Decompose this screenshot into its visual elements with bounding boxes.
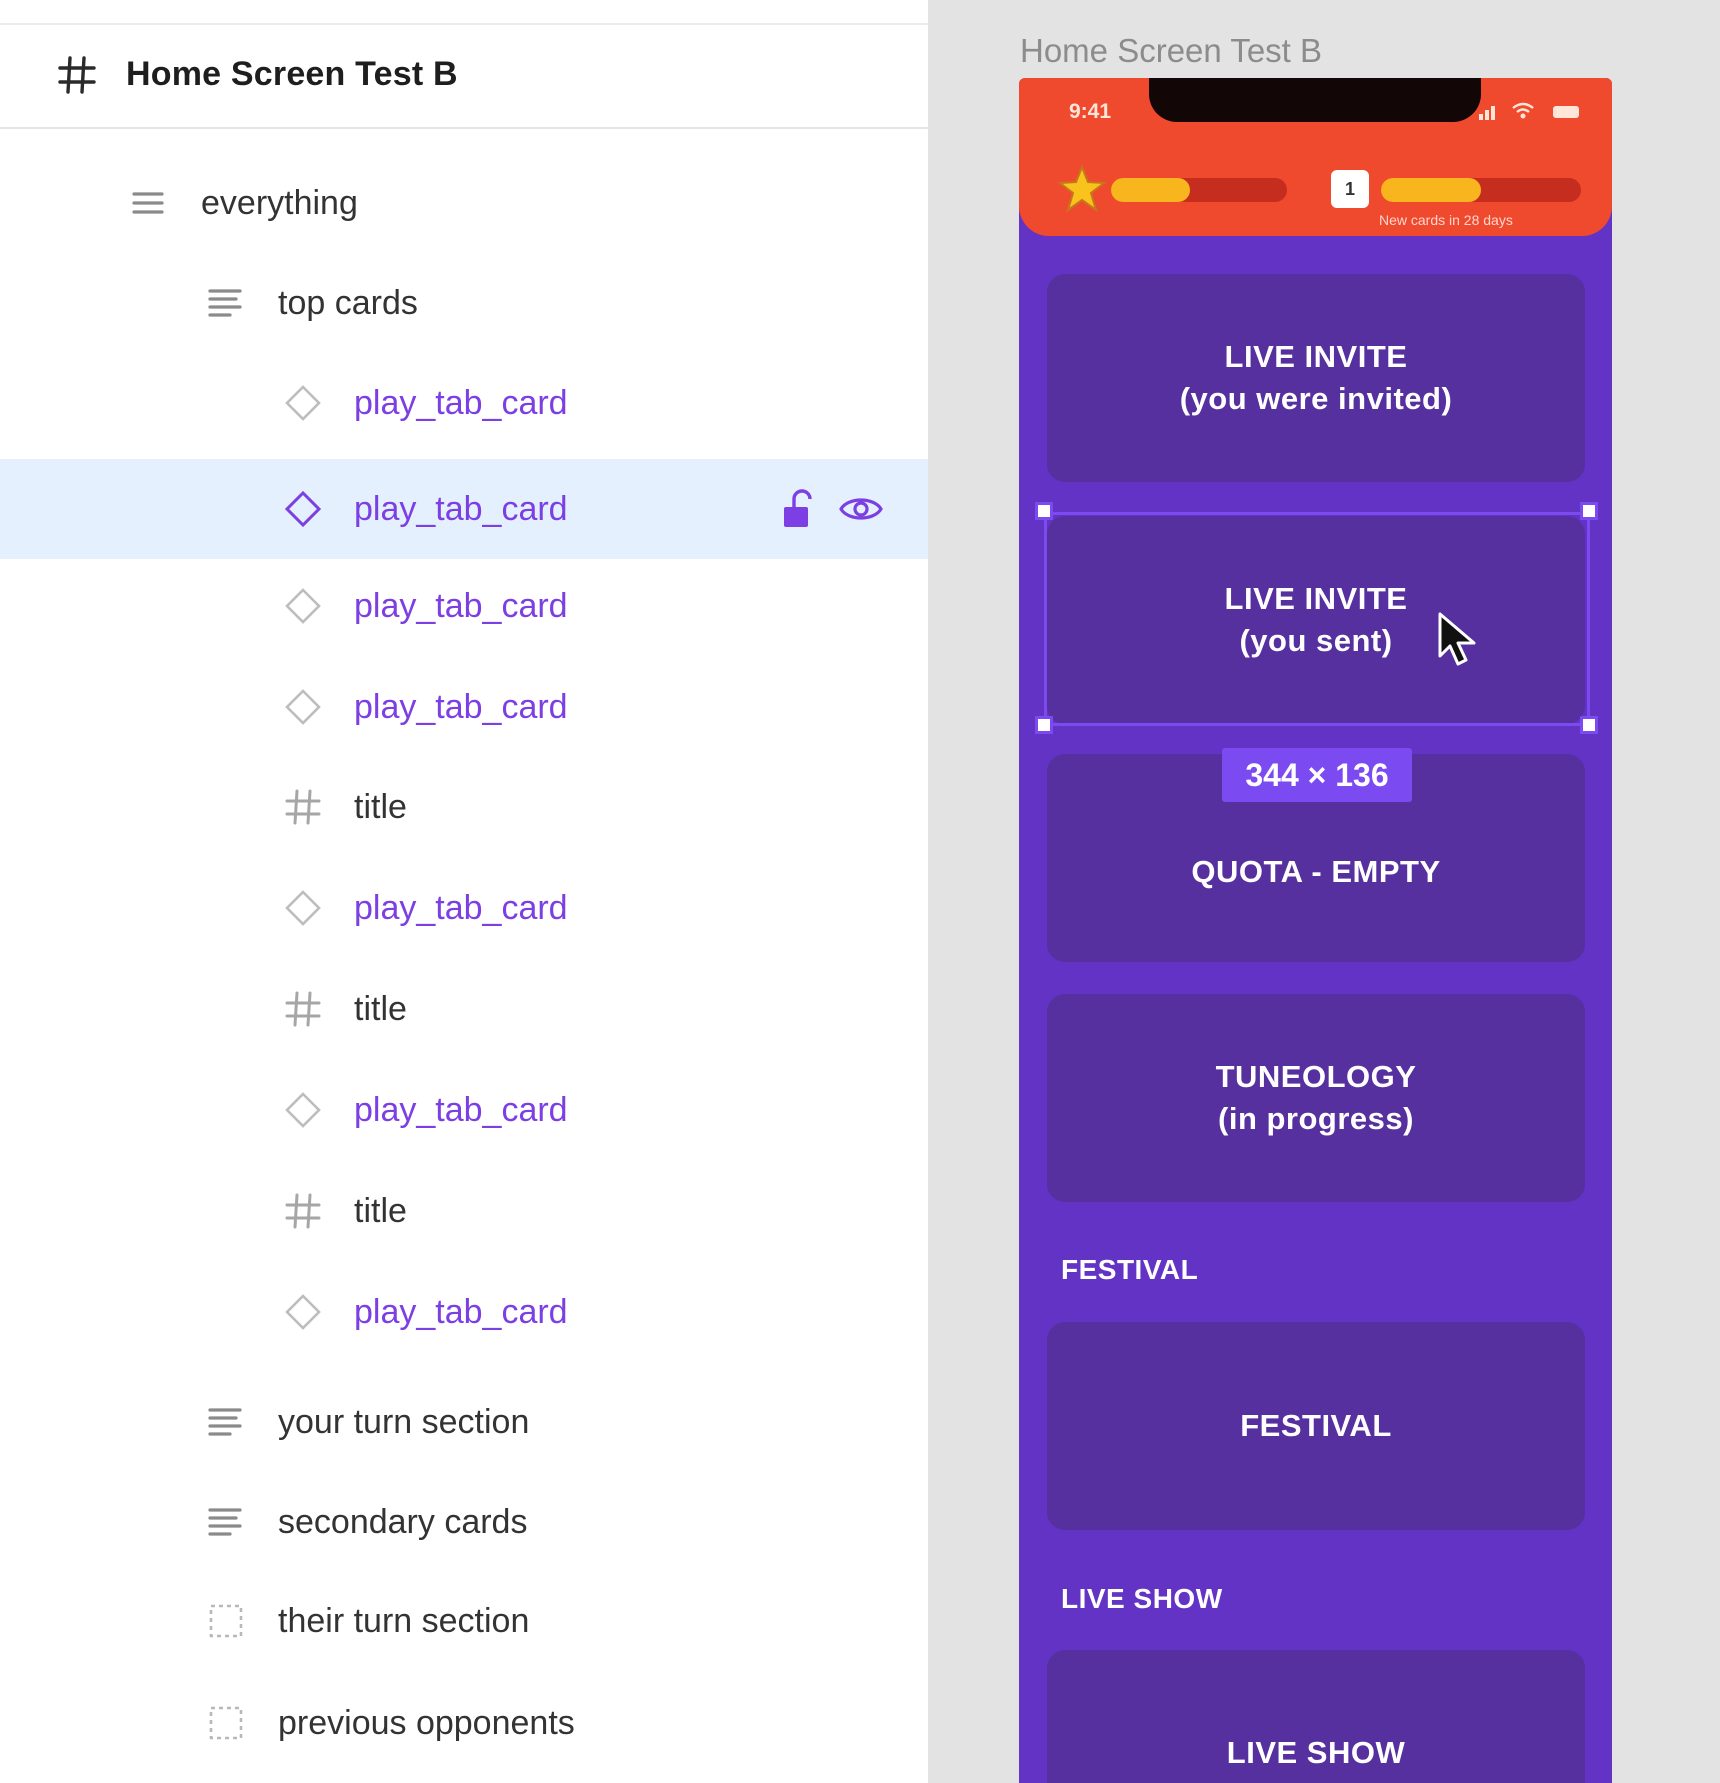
auto-layout-icon [208, 1508, 242, 1536]
layer-row-play-tab-card[interactable]: play_tab_card [0, 657, 928, 757]
layer-row-play-tab-card[interactable]: play_tab_card [0, 1262, 928, 1362]
layer-row-play-tab-card[interactable]: play_tab_card [0, 353, 928, 453]
layer-row-play-tab-card[interactable]: play_tab_card [0, 1060, 928, 1160]
layer-label: play_tab_card [354, 1091, 568, 1129]
card-subtitle: (you were invited) [1179, 381, 1453, 416]
design-canvas[interactable]: Home Screen Test B 9:41 1 New cards in 2… [928, 0, 1720, 1783]
layer-label: everything [201, 184, 358, 222]
component-instance-icon [285, 588, 321, 624]
status-time: 9:41 [1069, 100, 1112, 123]
phone-frame[interactable]: 9:41 1 New cards in 28 days LIVE INVITE … [1019, 78, 1612, 1783]
layer-label: play_tab_card [354, 587, 568, 625]
layer-row-previous-opponents[interactable]: previous opponents [0, 1673, 928, 1773]
group-dashed-icon [209, 1706, 243, 1740]
layer-row-their-turn-section[interactable]: their turn section [0, 1571, 928, 1671]
component-instance-icon [285, 1092, 321, 1128]
auto-layout-icon [208, 1408, 242, 1436]
layer-label: your turn section [278, 1403, 530, 1441]
layer-row-play-tab-card-selected[interactable]: play_tab_card [0, 459, 928, 559]
layer-label: title [354, 788, 407, 826]
eye-icon[interactable] [838, 489, 884, 529]
component-instance-icon [284, 490, 322, 528]
card-title: LIVE INVITE [1224, 339, 1408, 374]
frame-header-row[interactable]: Home Screen Test B [0, 27, 928, 129]
resize-handle-top-right[interactable] [1580, 502, 1598, 520]
status-icons [1479, 102, 1579, 120]
layer-row-your-turn-section[interactable]: your turn section [0, 1372, 928, 1472]
layer-row-secondary-cards[interactable]: secondary cards [0, 1472, 928, 1572]
progress-bar-1 [1111, 178, 1287, 202]
mouse-cursor-icon [1438, 612, 1476, 666]
phone-notch [1149, 78, 1481, 122]
card-title: TUNEOLOGY [1215, 1059, 1417, 1094]
layer-label: play_tab_card [354, 1293, 568, 1331]
card-subtitle: (in progress) [1218, 1101, 1414, 1136]
canvas-frame-label[interactable]: Home Screen Test B [1020, 32, 1322, 70]
layer-row-top-cards[interactable]: top cards [0, 253, 928, 353]
card-title: FESTIVAL [1240, 1408, 1392, 1443]
layer-label: their turn section [278, 1602, 530, 1640]
phone-header: 9:41 1 New cards in 28 days [1019, 78, 1612, 236]
layer-row-play-tab-card[interactable]: play_tab_card [0, 556, 928, 656]
layers-panel: Home Screen Test B everything top cards … [0, 0, 928, 1783]
resize-handle-bottom-left[interactable] [1035, 716, 1053, 734]
section-title-festival: FESTIVAL [1061, 1254, 1199, 1285]
selection-box [1044, 512, 1590, 726]
resize-handle-bottom-right[interactable] [1580, 716, 1598, 734]
layer-label: title [354, 990, 407, 1028]
dimension-badge: 344 × 136 [1222, 748, 1412, 802]
auto-layout-icon [132, 192, 164, 214]
layer-label: secondary cards [278, 1503, 528, 1541]
layer-label: play_tab_card [354, 688, 568, 726]
star-icon [1057, 164, 1107, 213]
auto-layout-icon [208, 289, 242, 317]
progress-fill-1 [1111, 178, 1191, 202]
play-tab-card[interactable]: LIVE INVITE (you were invited) [1047, 274, 1585, 482]
progress-bar-2 [1381, 178, 1581, 202]
play-tab-card[interactable]: LIVE SHOW [1047, 1650, 1585, 1783]
section-title-live-show: LIVE SHOW [1061, 1583, 1223, 1614]
level-box: 1 [1331, 170, 1369, 208]
play-tab-card[interactable]: FESTIVAL [1047, 1322, 1585, 1530]
resize-handle-top-left[interactable] [1035, 502, 1053, 520]
layer-label: top cards [278, 284, 418, 322]
group-dashed-icon [209, 1604, 243, 1638]
frame-name: Home Screen Test B [126, 55, 458, 93]
frame-hash-icon [285, 789, 321, 825]
play-tab-card[interactable]: TUNEOLOGY (in progress) [1047, 994, 1585, 1202]
layer-label: previous opponents [278, 1704, 575, 1742]
layer-row-title[interactable]: title [0, 1161, 928, 1261]
frame-hash-icon [285, 1193, 321, 1229]
unlock-icon[interactable] [780, 487, 820, 531]
card-title: QUOTA - EMPTY [1191, 854, 1441, 889]
component-instance-icon [285, 1294, 321, 1330]
layer-row-everything[interactable]: everything [0, 153, 928, 253]
new-cards-note: New cards in 28 days [1379, 212, 1513, 228]
card-title: LIVE SHOW [1226, 1735, 1406, 1770]
progress-fill-2 [1381, 178, 1481, 202]
layer-label: play_tab_card [354, 490, 568, 528]
frame-hash-icon [58, 56, 96, 94]
component-instance-icon [285, 890, 321, 926]
frame-hash-icon [285, 991, 321, 1027]
component-instance-icon [285, 689, 321, 725]
layer-row-title[interactable]: title [0, 757, 928, 857]
layer-row-title[interactable]: title [0, 959, 928, 1059]
panel-top-strip [0, 0, 928, 25]
layer-label: play_tab_card [354, 889, 568, 927]
component-instance-icon [285, 385, 321, 421]
layer-label: title [354, 1192, 407, 1230]
layer-row-play-tab-card[interactable]: play_tab_card [0, 858, 928, 958]
layer-label: play_tab_card [354, 384, 568, 422]
